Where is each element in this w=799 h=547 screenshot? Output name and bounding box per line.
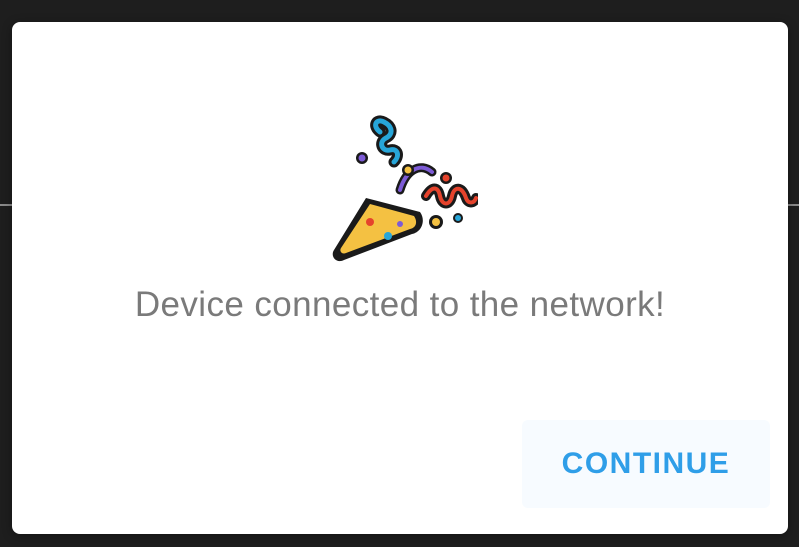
party-popper-icon	[328, 100, 478, 270]
continue-button[interactable]: CONTINUE	[522, 420, 770, 508]
backdrop-divider-right	[787, 204, 799, 206]
success-dialog: Device connected to the network! CONTINU…	[12, 22, 788, 534]
success-message: Device connected to the network!	[134, 285, 666, 324]
